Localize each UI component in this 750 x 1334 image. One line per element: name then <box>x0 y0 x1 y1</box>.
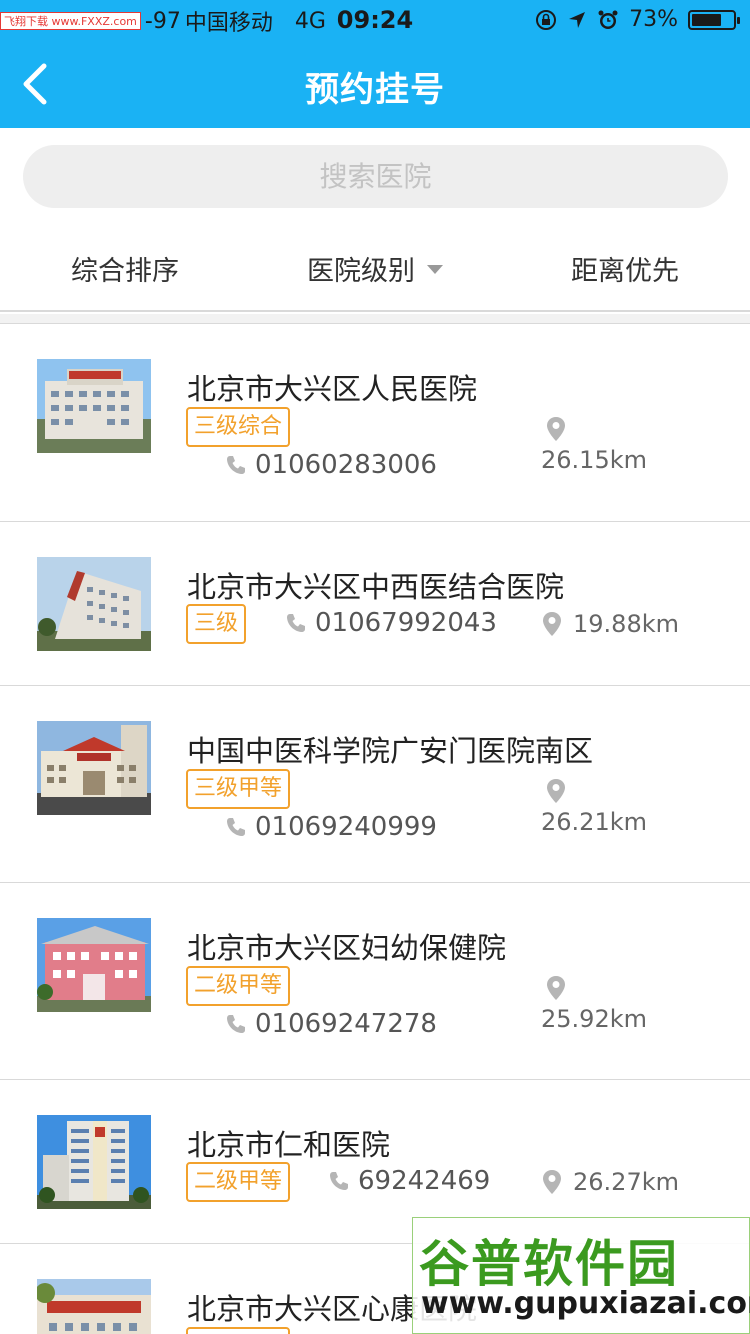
hospital-distance: 26.21km <box>541 808 647 836</box>
filter-label: 医院级别 <box>307 255 415 287</box>
hospital-distance: 26.15km <box>541 446 647 474</box>
hospital-level-badge: 二级甲等 <box>186 966 291 1006</box>
hospital-photo <box>37 557 151 651</box>
hospital-name: 北京市大兴区妇幼保健院 <box>187 931 507 965</box>
header-bar: 飞翔下载 www.FXXZ.com -97 中国移动 4G 09:24 73% … <box>0 0 750 128</box>
nav-bar: 预约挂号 <box>0 40 750 128</box>
phone-icon <box>227 818 245 836</box>
hospital-distance: 26.27km <box>541 1168 679 1196</box>
battery-percent: 73% <box>629 7 678 32</box>
hospital-item[interactable]: 中国中医科学院广安门医院南区 三级甲等 01069240999 26.21km <box>0 686 750 883</box>
rotation-lock-icon <box>536 9 557 30</box>
hospital-name: 中国中医科学院广安门医院南区 <box>187 734 594 768</box>
phone-number: 01069240999 <box>255 812 437 842</box>
battery-fill <box>692 13 721 26</box>
filter-bar: 综合排序 医院级别 距离优先 <box>0 226 750 312</box>
hospital-level-badge <box>186 1327 290 1334</box>
distance-value: 26.27km <box>573 1168 679 1196</box>
hospital-photo <box>37 359 151 453</box>
hospital-phone[interactable]: 01069240999 <box>225 812 437 842</box>
hospital-name: 北京市大兴区中西医结合医院 <box>187 570 565 604</box>
phone-number: 01067992043 <box>315 608 497 638</box>
phone-icon <box>330 1172 348 1190</box>
hospital-phone[interactable]: 01060283006 <box>225 450 437 480</box>
phone-icon <box>227 1015 245 1033</box>
hospital-level-badge: 三级 <box>186 604 247 644</box>
phone-number: 01069247278 <box>255 1009 437 1039</box>
filter-label: 综合排序 <box>71 255 179 287</box>
phone-number: 01060283006 <box>255 450 437 480</box>
hospital-distance: 25.92km <box>541 1005 647 1033</box>
location-pin-icon <box>547 417 565 441</box>
hospital-item[interactable]: 北京市大兴区中西医结合医院 三级 01067992043 19.88km <box>0 522 750 686</box>
location-pin-icon <box>543 1170 561 1194</box>
caret-down-icon <box>427 264 443 274</box>
hospital-name: 北京市仁和医院 <box>187 1128 391 1162</box>
hospital-photo <box>37 918 151 1012</box>
hospital-list: 北京市大兴区人民医院 三级综合 01060283006 26.15km 北京市大… <box>0 324 750 1334</box>
hospital-level-badge: 二级甲等 <box>186 1162 291 1202</box>
location-pin-icon <box>543 612 561 636</box>
phone-number: 69242469 <box>358 1166 491 1196</box>
watermark: 谷普软件园 www.gupuxiazai.com <box>412 1217 750 1334</box>
section-divider <box>0 314 750 324</box>
hospital-photo <box>37 721 151 815</box>
status-bar: 飞翔下载 www.FXXZ.com -97 中国移动 4G 09:24 73% <box>0 0 750 40</box>
hospital-level-badge: 三级甲等 <box>186 769 291 809</box>
filter-hospital-level[interactable]: 医院级别 <box>250 226 500 310</box>
hospital-phone[interactable]: 01067992043 <box>285 608 497 638</box>
battery-icon <box>688 9 740 30</box>
search-bar <box>0 128 750 226</box>
watermark-url: www.gupuxiazai.com <box>421 1286 750 1321</box>
hospital-photo <box>37 1115 151 1209</box>
hospital-level-badge: 三级综合 <box>186 407 291 447</box>
hospital-phone[interactable]: 69242469 <box>328 1166 490 1196</box>
filter-label: 距离优先 <box>571 255 679 287</box>
distance-value: 19.88km <box>573 610 679 638</box>
hospital-phone[interactable]: 01069247278 <box>225 1009 437 1039</box>
hospital-item[interactable]: 北京市大兴区妇幼保健院 二级甲等 01069247278 25.92km <box>0 883 750 1080</box>
page-title: 预约挂号 <box>305 70 445 110</box>
filter-sort-overall[interactable]: 综合排序 <box>0 226 250 310</box>
hospital-item[interactable]: 北京市大兴区人民医院 三级综合 01060283006 26.15km <box>0 324 750 522</box>
location-pin-icon <box>547 779 565 803</box>
phone-icon <box>287 614 305 632</box>
hospital-name: 北京市大兴区人民医院 <box>187 372 478 406</box>
hospital-distance: 19.88km <box>541 610 679 638</box>
search-input[interactable] <box>23 145 728 208</box>
phone-icon <box>227 456 245 474</box>
hospital-photo <box>37 1279 151 1334</box>
location-arrow-icon <box>569 11 586 28</box>
location-pin-icon <box>547 976 565 1000</box>
alarm-icon <box>598 10 618 29</box>
filter-distance-first[interactable]: 距离优先 <box>500 226 750 310</box>
